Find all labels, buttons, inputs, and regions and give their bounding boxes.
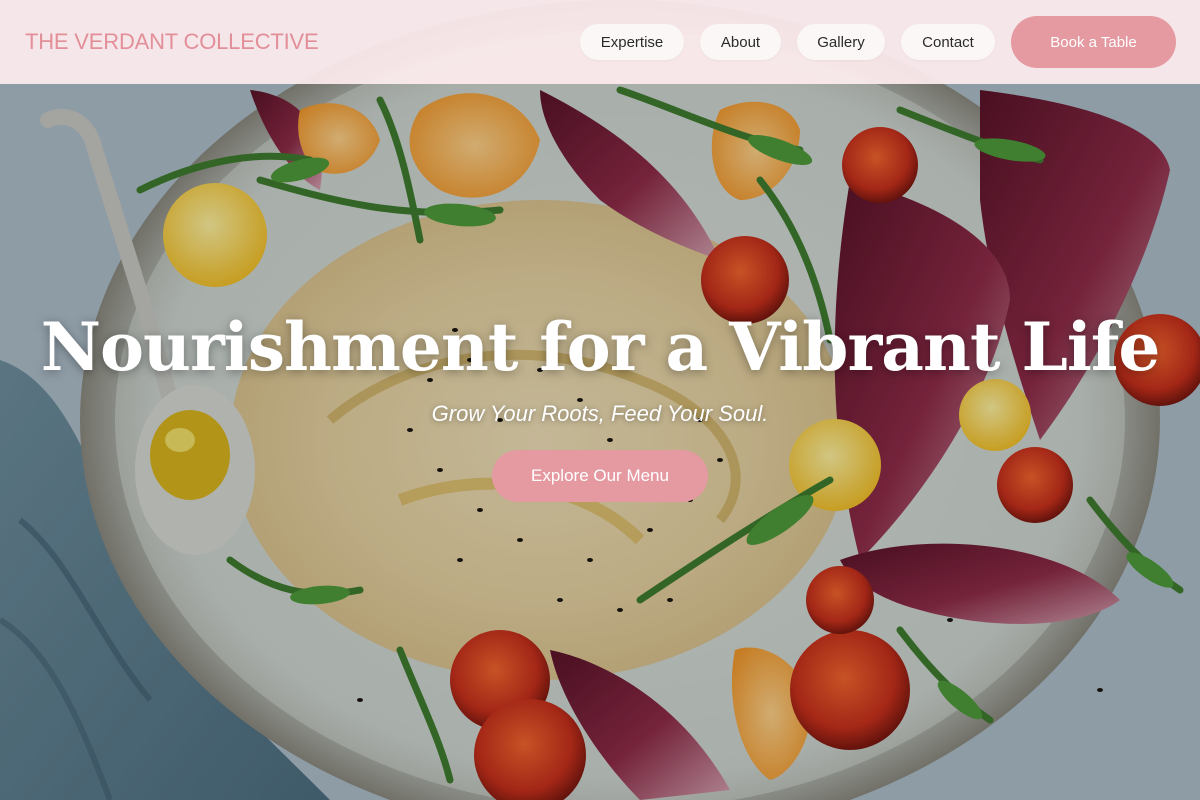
nav-item-expertise[interactable]: Expertise <box>580 24 684 60</box>
hero-section <box>0 0 1200 800</box>
explore-menu-button[interactable]: Explore Our Menu <box>492 450 708 502</box>
hero-subtitle: Grow Your Roots, Feed Your Soul. <box>431 401 769 426</box>
hero-dim-overlay <box>0 0 1200 800</box>
hero-title: Nourishment for a Vibrant Life <box>40 308 1161 386</box>
nav-item-gallery[interactable]: Gallery <box>797 24 885 60</box>
brand-logo-text[interactable]: THE VERDANT COLLECTIVE <box>25 29 319 55</box>
nav-item-contact[interactable]: Contact <box>901 24 995 60</box>
nav-item-about[interactable]: About <box>700 24 781 60</box>
site-header: THE VERDANT COLLECTIVE Expertise About G… <box>0 0 1200 84</box>
book-table-button[interactable]: Book a Table <box>1011 16 1176 68</box>
